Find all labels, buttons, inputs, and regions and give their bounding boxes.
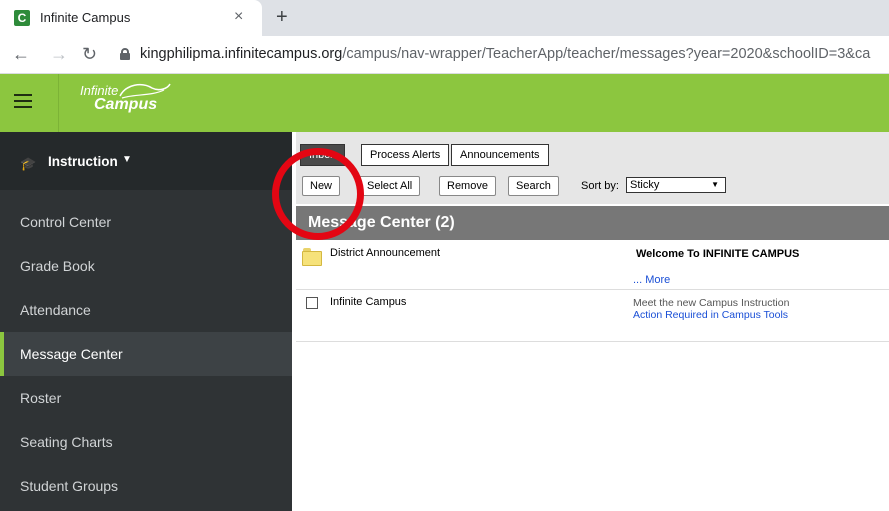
dropdown-arrow-icon: ▼ (711, 180, 719, 189)
message-center-header: Message Center (2) (296, 206, 889, 240)
toolbar-area: Inbox Process Alerts Announcements New S… (296, 132, 889, 204)
forward-arrow-icon[interactable]: → (50, 44, 68, 65)
tab-inbox[interactable]: Inbox (300, 144, 345, 166)
logo-swoosh-icon (119, 83, 171, 99)
page-title: Message Center (2) (308, 214, 455, 231)
browser-tab[interactable]: C Infinite Campus × (0, 0, 262, 36)
sidebar-item-label: Roster (20, 390, 62, 406)
sort-select[interactable]: Sticky ▼ (626, 177, 726, 193)
sidebar-item-label: Grade Book (20, 258, 95, 274)
message-checkbox[interactable] (306, 297, 318, 309)
sidebar-item-attendance[interactable]: Attendance (0, 288, 292, 332)
sidebar-item-label: Student Groups (20, 478, 119, 494)
action-required-link[interactable]: Action Required in Campus Tools (633, 309, 788, 321)
folder-icon (302, 248, 322, 266)
message-subject: Meet the new Campus Instruction (633, 297, 790, 309)
sort-selected-value: Sticky (630, 179, 660, 191)
sidebar-item-roster[interactable]: Roster (0, 376, 292, 420)
remove-button[interactable]: Remove (439, 176, 496, 196)
new-button[interactable]: New (302, 176, 341, 196)
address-bar[interactable]: kingphilipma.infinitecampus.org/campus/n… (140, 46, 870, 62)
search-button[interactable]: Search (508, 176, 559, 196)
message-sender: District Announcement (330, 247, 441, 259)
sidebar-item-label: Attendance (20, 302, 91, 318)
caret-down-icon: ▼ (122, 154, 132, 165)
lock-icon[interactable] (120, 48, 130, 60)
reload-icon[interactable]: ↻ (82, 44, 97, 65)
sidebar-item-grade-book[interactable]: Grade Book (0, 244, 292, 288)
app-header: Infinite Campus (0, 74, 889, 132)
browser-toolbar: ← → ↻ kingphilipma.infinitecampus.org/ca… (0, 36, 889, 74)
tab-title: Infinite Campus (40, 10, 131, 25)
tab-announcements[interactable]: Announcements (451, 144, 549, 166)
sidebar-item-seating-charts[interactable]: Seating Charts (0, 420, 292, 464)
sidebar-item-label: Seating Charts (20, 434, 113, 450)
select-all-button[interactable]: Select All (359, 176, 421, 196)
sidebar-item-control-center[interactable]: Control Center (0, 200, 292, 244)
tab-process-alerts[interactable]: Process Alerts (361, 144, 450, 166)
sidebar: 🎓 Instruction ▼ Control Center Grade Boo… (0, 132, 292, 511)
hamburger-menu-icon[interactable] (14, 94, 32, 108)
back-arrow-icon[interactable]: ← (12, 44, 30, 65)
infinite-campus-favicon-icon: C (14, 10, 30, 26)
message-sender: Infinite Campus (330, 296, 407, 308)
sidebar-item-student-groups[interactable]: Student Groups (0, 464, 292, 508)
main-content: Inbox Process Alerts Announcements New S… (292, 132, 889, 511)
sidebar-item-label: Control Center (20, 214, 112, 230)
sidebar-section-toggle[interactable]: 🎓 Instruction ▼ (0, 132, 292, 190)
sidebar-item-message-center[interactable]: Message Center (0, 332, 292, 376)
browser-tabstrip: C Infinite Campus × + (0, 0, 889, 36)
message-row[interactable]: Infinite Campus Meet the new Campus Inst… (296, 290, 889, 342)
new-tab-icon[interactable]: + (276, 6, 288, 29)
message-row[interactable]: District Announcement Welcome To INFINIT… (296, 240, 889, 290)
url-host: kingphilipma.infinitecampus.org (140, 46, 343, 62)
sidebar-item-label: Message Center (20, 346, 123, 362)
close-tab-icon[interactable]: × (234, 8, 243, 26)
sort-label: Sort by: (581, 180, 619, 192)
more-link[interactable]: ... More (633, 274, 670, 286)
url-path: /campus/nav-wrapper/TeacherApp/teacher/m… (342, 46, 871, 62)
graduation-cap-icon: 🎓 (20, 156, 37, 171)
sidebar-section-label: Instruction (48, 154, 118, 169)
message-subject: Welcome To INFINITE CAMPUS (636, 248, 800, 260)
header-divider (58, 74, 59, 132)
